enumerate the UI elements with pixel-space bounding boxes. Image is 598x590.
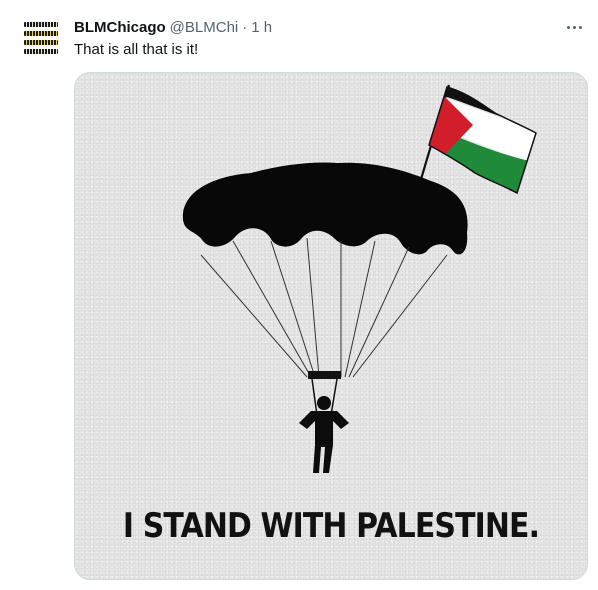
display-name[interactable]: BLMChicago (74, 19, 166, 36)
tweet[interactable]: BLMChicago @BLMChi · 1 h That is all tha… (0, 0, 598, 590)
harness-bar (308, 371, 341, 379)
avatar-logo-stripe (24, 40, 58, 45)
avatar[interactable] (24, 22, 58, 54)
parachute-canopy (182, 162, 468, 255)
more-dot (566, 25, 570, 29)
separator-dot: · (242, 18, 248, 36)
more-horizontal-icon[interactable] (564, 19, 584, 35)
parachute-illustration (182, 84, 537, 473)
timestamp[interactable]: 1 h (251, 19, 272, 36)
tweet-header: BLMChicago @BLMChi · 1 h (74, 17, 272, 37)
avatar-logo-stripe (24, 31, 58, 36)
user-handle[interactable]: @BLMChi (170, 19, 239, 36)
avatar-logo-stripe (24, 22, 58, 27)
more-dot (572, 25, 576, 29)
image-caption-text: I STAND WITH PALESTINE. (122, 506, 540, 546)
suspension-lines (200, 237, 448, 378)
avatar-logo-stripe (24, 49, 58, 54)
tweet-media-image[interactable]: I STAND WITH PALESTINE. (74, 72, 588, 580)
paraglider-silhouette (299, 396, 349, 473)
more-dot (578, 25, 582, 29)
tweet-text: That is all that is it! (74, 41, 199, 58)
